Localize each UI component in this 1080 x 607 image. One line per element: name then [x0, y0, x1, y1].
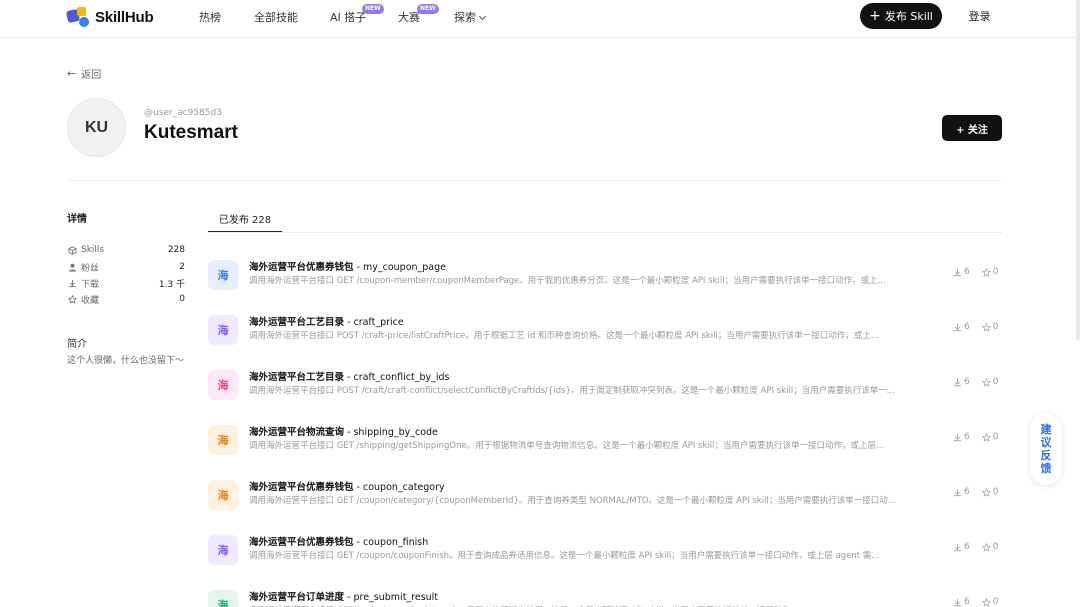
download-icon	[67, 278, 77, 288]
skill-stars[interactable]: 0	[981, 432, 998, 442]
skill-list-item[interactable]: 海海外运营平台物流查询 - shipping_by_code 调用海外运营平台接口…	[208, 422, 1002, 462]
skill-list-item[interactable]: 海海外运营平台优惠券钱包 - coupon_finish 调用海外运营平台接口 G…	[208, 532, 1002, 572]
skill-downloads: 6	[953, 377, 970, 387]
chevron-down-icon	[478, 12, 487, 21]
skill-list-item[interactable]: 海海外运营平台优惠券钱包 - coupon_category 调用海外运营平台接口…	[208, 477, 1002, 517]
skill-avatar-icon: 海	[208, 370, 238, 400]
stat-favorites: 收藏 0	[67, 292, 185, 306]
stat-followers: 粉丝 2	[67, 260, 185, 274]
nav-item-explore[interactable]: 探索	[454, 9, 487, 25]
publish-skill-button[interactable]: + 发布 Skill	[860, 3, 942, 29]
back-link[interactable]: ← 返回	[67, 66, 101, 81]
skill-downloads: 6	[953, 432, 970, 442]
user-icon	[67, 262, 77, 272]
stat-downloads: 下载 1.3 千	[67, 276, 185, 290]
skill-description: 调用海外运营平台接口 GET /shipping/getShippingOne。…	[249, 441, 885, 451]
logo-text: SkillHub	[95, 8, 154, 26]
star-icon	[981, 322, 991, 332]
skill-title[interactable]: 海外运营平台优惠券钱包 - coupon_category	[249, 479, 445, 493]
avatar: KU	[67, 98, 126, 157]
new-badge: NEW	[417, 4, 439, 14]
stat-skills: Skills 228	[67, 243, 185, 257]
cube-icon	[67, 245, 77, 255]
skill-description: 调用海外运营平台接口 GET /coupon-member/couponMemb…	[249, 276, 886, 286]
skill-downloads: 6	[953, 542, 970, 552]
plus-icon: +	[869, 8, 881, 24]
star-icon	[981, 377, 991, 387]
nav-item-all-skills[interactable]: 全部技能	[254, 9, 298, 25]
skill-avatar-icon: 海	[208, 590, 238, 607]
skill-list-item[interactable]: 海海外运营平台订单进度 - pre_submit_result调用海外运营平台接…	[208, 587, 1002, 607]
profile-name: Kutesmart	[144, 122, 238, 143]
skill-title[interactable]: 海外运营平台优惠券钱包 - coupon_finish	[249, 534, 428, 548]
nav-item-hot[interactable]: 热榜	[199, 9, 221, 25]
skill-downloads: 6	[953, 322, 970, 332]
tab-published[interactable]: 已发布 228	[208, 205, 282, 233]
intro-title: 简介	[67, 339, 87, 350]
arrow-left-icon: ←	[67, 67, 77, 80]
skill-description: 调用海外运营平台接口 POST /craft/craft-conflict/se…	[249, 386, 895, 396]
new-badge: NEW	[362, 4, 384, 14]
skill-list-item[interactable]: 海海外运营平台工艺目录 - craft_conflict_by_ids 调用海外运…	[208, 367, 1002, 407]
skill-avatar-icon: 海	[208, 315, 238, 345]
skill-stars[interactable]: 0	[981, 597, 998, 607]
top-navbar: SkillHub 热榜 全部技能 AI 搭子 NEW 大赛 NEW 探索 + 发…	[0, 0, 1080, 38]
download-icon	[953, 433, 962, 441]
skill-stats: 60	[953, 597, 998, 607]
skill-list-item[interactable]: 海海外运营平台优惠券钱包 - my_coupon_page 调用海外运营平台接口 …	[208, 257, 1002, 297]
skill-stars[interactable]: 0	[981, 487, 998, 497]
download-icon	[953, 488, 962, 496]
follow-button[interactable]: + 关注	[942, 115, 1002, 141]
skill-title[interactable]: 海外运营平台物流查询 - shipping_by_code	[249, 424, 438, 438]
skill-downloads: 6	[953, 487, 970, 497]
skillhub-logo[interactable]: SkillHub	[65, 6, 154, 28]
logo-icon	[65, 6, 91, 28]
star-icon	[981, 267, 991, 277]
skill-stats: 60	[953, 267, 998, 277]
download-icon	[953, 268, 962, 276]
skill-description: 调用海外运营平台接口 GET /coupon/couponFinish。用于查询…	[249, 551, 880, 561]
skill-title[interactable]: 海外运营平台工艺目录 - craft_price	[249, 314, 404, 328]
user-handle: @user_ac9585d3	[144, 108, 222, 118]
skill-description: 调用海外运营平台接口 POST /craft-price/listCraftPr…	[249, 331, 879, 341]
divider	[67, 180, 1002, 181]
intro-text: 这个人很懒，什么也没留下～	[67, 356, 185, 366]
nav-item-contest[interactable]: 大赛 NEW	[398, 4, 439, 25]
skill-stats: 60	[953, 322, 998, 332]
star-icon	[981, 542, 991, 552]
star-icon	[981, 597, 991, 607]
skill-stars[interactable]: 0	[981, 377, 998, 387]
download-icon	[953, 543, 962, 551]
scrollbar[interactable]	[1076, 0, 1080, 340]
skill-avatar-icon: 海	[208, 480, 238, 510]
skill-downloads: 6	[953, 267, 970, 277]
skill-title[interactable]: 海外运营平台订单进度 - pre_submit_result	[249, 589, 438, 603]
download-icon	[953, 598, 962, 606]
skill-description: 调用海外运营平台接口 GET /coupon/category/{couponM…	[249, 496, 896, 506]
skill-avatar-icon: 海	[208, 535, 238, 565]
download-icon	[953, 323, 962, 331]
skill-stats: 60	[953, 487, 998, 497]
skill-list-item[interactable]: 海海外运营平台工艺目录 - craft_price 调用海外运营平台接口 POST…	[208, 312, 1002, 352]
skill-title[interactable]: 海外运营平台工艺目录 - craft_conflict_by_ids	[249, 369, 450, 383]
skill-stats: 60	[953, 377, 998, 387]
skill-stars[interactable]: 0	[981, 542, 998, 552]
skill-downloads: 6	[953, 597, 970, 607]
skill-stats: 60	[953, 432, 998, 442]
skill-avatar-icon: 海	[208, 260, 238, 290]
skill-avatar-icon: 海	[208, 425, 238, 455]
star-icon	[981, 432, 991, 442]
login-button[interactable]: 登录	[958, 3, 1001, 29]
skill-title[interactable]: 海外运营平台优惠券钱包 - my_coupon_page	[249, 259, 446, 273]
star-icon	[67, 294, 77, 304]
tab-underline	[208, 232, 1002, 233]
details-title: 详情	[67, 214, 87, 225]
nav-item-ai-partner[interactable]: AI 搭子 NEW	[330, 4, 384, 25]
skill-stars[interactable]: 0	[981, 267, 998, 277]
skill-stars[interactable]: 0	[981, 322, 998, 332]
feedback-button[interactable]: 建议反馈	[1030, 413, 1062, 485]
download-icon	[953, 378, 962, 386]
star-icon	[981, 487, 991, 497]
skill-stats: 60	[953, 542, 998, 552]
